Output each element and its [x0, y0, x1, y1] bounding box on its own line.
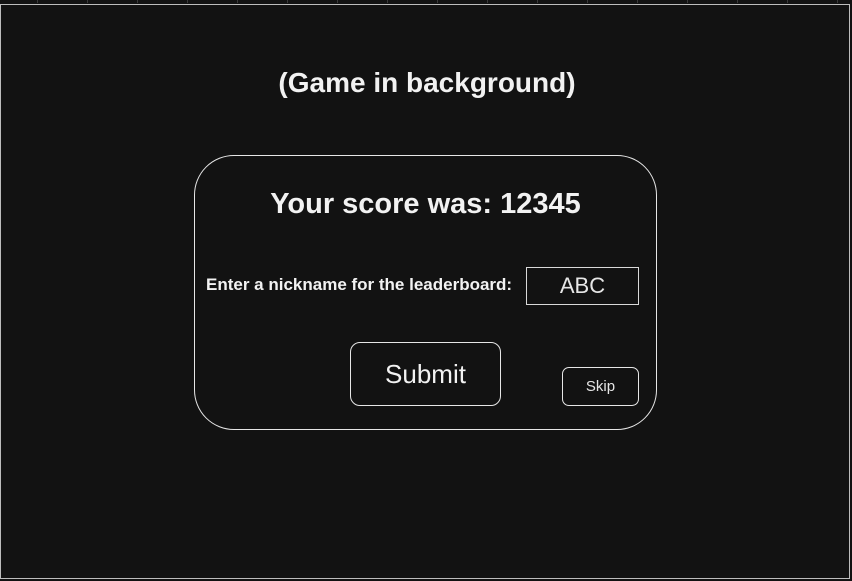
ruler-tick [737, 0, 738, 3]
score-heading: Your score was: 12345 [195, 188, 656, 221]
skip-button[interactable]: Skip [562, 367, 639, 406]
submit-button[interactable]: Submit [350, 342, 501, 406]
ruler-tick [787, 0, 788, 3]
ruler-tick [337, 0, 338, 3]
ruler-tick [537, 0, 538, 3]
score-prefix: Your score was: [270, 188, 501, 220]
ruler-tick [687, 0, 688, 3]
background-placeholder-label: (Game in background) [278, 67, 576, 98]
ruler-tick [437, 0, 438, 3]
ruler-tick [487, 0, 488, 3]
ruler-tick [187, 0, 188, 3]
ruler-tick [837, 0, 838, 3]
ruler-tick [87, 0, 88, 3]
ruler-tick [37, 0, 38, 3]
ruler-tick [587, 0, 588, 3]
game-over-dialog: Your score was: 12345 Enter a nickname f… [194, 155, 657, 430]
ruler-tick [637, 0, 638, 3]
ruler-tick [137, 0, 138, 3]
nickname-label: Enter a nickname for the leaderboard: [206, 275, 513, 294]
score-value: 12345 [500, 188, 581, 220]
nickname-input[interactable] [526, 267, 639, 305]
ruler-tick [237, 0, 238, 3]
ruler-tick [287, 0, 288, 3]
ruler-tick [387, 0, 388, 3]
